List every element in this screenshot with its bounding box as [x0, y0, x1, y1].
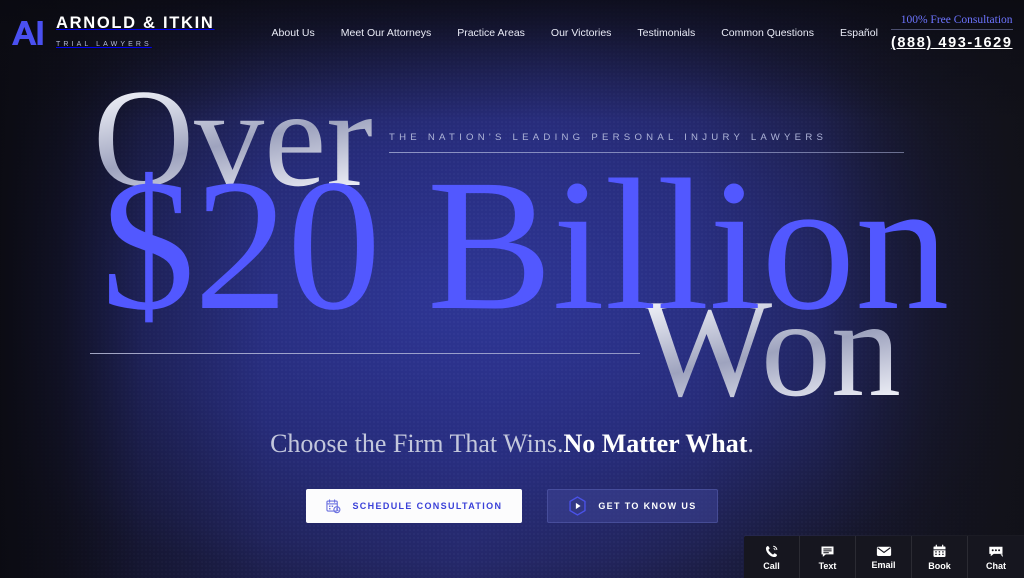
fab-call-label: Call [763, 560, 780, 571]
fab-email[interactable]: Email [856, 536, 912, 578]
headline-divider-rule [90, 353, 640, 354]
site-logo[interactable]: ARNOLD & ITKIN TRIAL LAWYERS [10, 15, 215, 51]
calendar-schedule-icon [326, 498, 341, 514]
hero-cta-row: SCHEDULE CONSULTATION GET TO KNOW US [0, 489, 1024, 523]
phone-icon [764, 544, 779, 559]
hero-subheadline: Choose the Firm That Wins.No Matter What… [0, 429, 1024, 459]
headline-word-billion: Billion [427, 140, 950, 349]
hero-section: THE NATION'S LEADING PERSONAL INJURY LAW… [0, 0, 1024, 578]
headline-word-amount: $20 [101, 140, 381, 349]
contact-block: 100% Free Consultation (888) 493-1629 [890, 13, 1013, 53]
page-root: ARNOLD & ITKIN TRIAL LAWYERS About Us Me… [0, 0, 1024, 578]
get-to-know-us-button[interactable]: GET TO KNOW US [547, 489, 718, 523]
fab-chat[interactable]: Chat [968, 536, 1024, 578]
site-header: ARNOLD & ITKIN TRIAL LAWYERS About Us Me… [0, 0, 1024, 66]
fab-book-label: Book [928, 560, 951, 571]
fab-chat-label: Chat [986, 560, 1006, 571]
nav-about-us[interactable]: About Us [259, 28, 328, 39]
main-navigation: About Us Meet Our Attorneys Practice Are… [259, 28, 891, 39]
logo-firm-name: ARNOLD & ITKIN [56, 14, 215, 32]
fab-text[interactable]: Text [800, 536, 856, 578]
free-consultation-label: 100% Free Consultation [900, 13, 1013, 26]
contact-divider [890, 29, 1013, 31]
subheadline-period: . [747, 429, 754, 458]
nav-testimonials[interactable]: Testimonials [624, 28, 708, 39]
get-to-know-us-label: GET TO KNOW US [598, 501, 697, 511]
subheadline-bold-text: No Matter What [563, 429, 748, 458]
hexagon-play-icon [568, 496, 587, 516]
schedule-consultation-button[interactable]: SCHEDULE CONSULTATION [306, 489, 523, 523]
ai-monogram-logo-icon [10, 19, 46, 47]
schedule-consultation-label: SCHEDULE CONSULTATION [352, 501, 503, 511]
logo-text-block: ARNOLD & ITKIN TRIAL LAWYERS [56, 15, 215, 51]
header-contact-area: 100% Free Consultation (888) 493-1629 CO… [890, 13, 1024, 53]
nav-practice-areas[interactable]: Practice Areas [444, 28, 538, 39]
fab-book[interactable]: Book [912, 536, 968, 578]
nav-meet-our-attorneys[interactable]: Meet Our Attorneys [328, 28, 444, 39]
fab-email-label: Email [871, 560, 896, 570]
message-icon [820, 544, 835, 559]
nav-common-questions[interactable]: Common Questions [708, 28, 827, 39]
floating-action-bar: Call Text Email Book Chat [744, 536, 1024, 578]
logo-tagline: TRIAL LAWYERS [56, 41, 152, 48]
nav-our-victories[interactable]: Our Victories [538, 28, 625, 39]
chat-bubble-icon [988, 544, 1004, 559]
envelope-icon [876, 544, 892, 558]
calendar-icon [932, 544, 947, 559]
subheadline-light-text: Choose the Firm That Wins. [270, 429, 564, 458]
nav-espanol[interactable]: Español [827, 28, 891, 39]
fab-call[interactable]: Call [744, 536, 800, 578]
fab-text-label: Text [818, 560, 837, 571]
phone-number-link[interactable]: (888) 493-1629 [891, 35, 1013, 51]
